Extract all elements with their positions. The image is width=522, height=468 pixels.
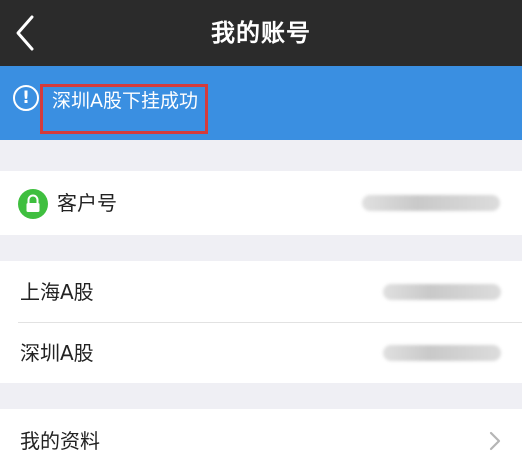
nav-bar: 我的账号 (0, 0, 522, 66)
highlight-box (40, 84, 208, 134)
page-title: 我的账号 (211, 19, 311, 47)
exclamation-circle-icon: ! (13, 85, 39, 111)
shenzhen-label: 深圳A股 (20, 341, 94, 365)
list-item-shenzhen[interactable]: 深圳A股 (0, 323, 522, 383)
shanghai-label: 上海A股 (20, 280, 94, 304)
shanghai-account-redacted (383, 284, 501, 300)
account-label: 客户号 (57, 191, 117, 215)
lock-icon (18, 189, 48, 219)
profile-row[interactable]: 我的资料 (0, 409, 522, 468)
chevron-right-icon (489, 431, 501, 451)
account-row: 客户号 (0, 171, 522, 235)
list-item-shanghai[interactable]: 上海A股 (0, 261, 522, 322)
shenzhen-account-redacted (383, 345, 501, 361)
profile-label: 我的资料 (20, 429, 100, 453)
holdings-section: 上海A股 深圳A股 (0, 261, 522, 383)
account-number-redacted (362, 195, 500, 211)
